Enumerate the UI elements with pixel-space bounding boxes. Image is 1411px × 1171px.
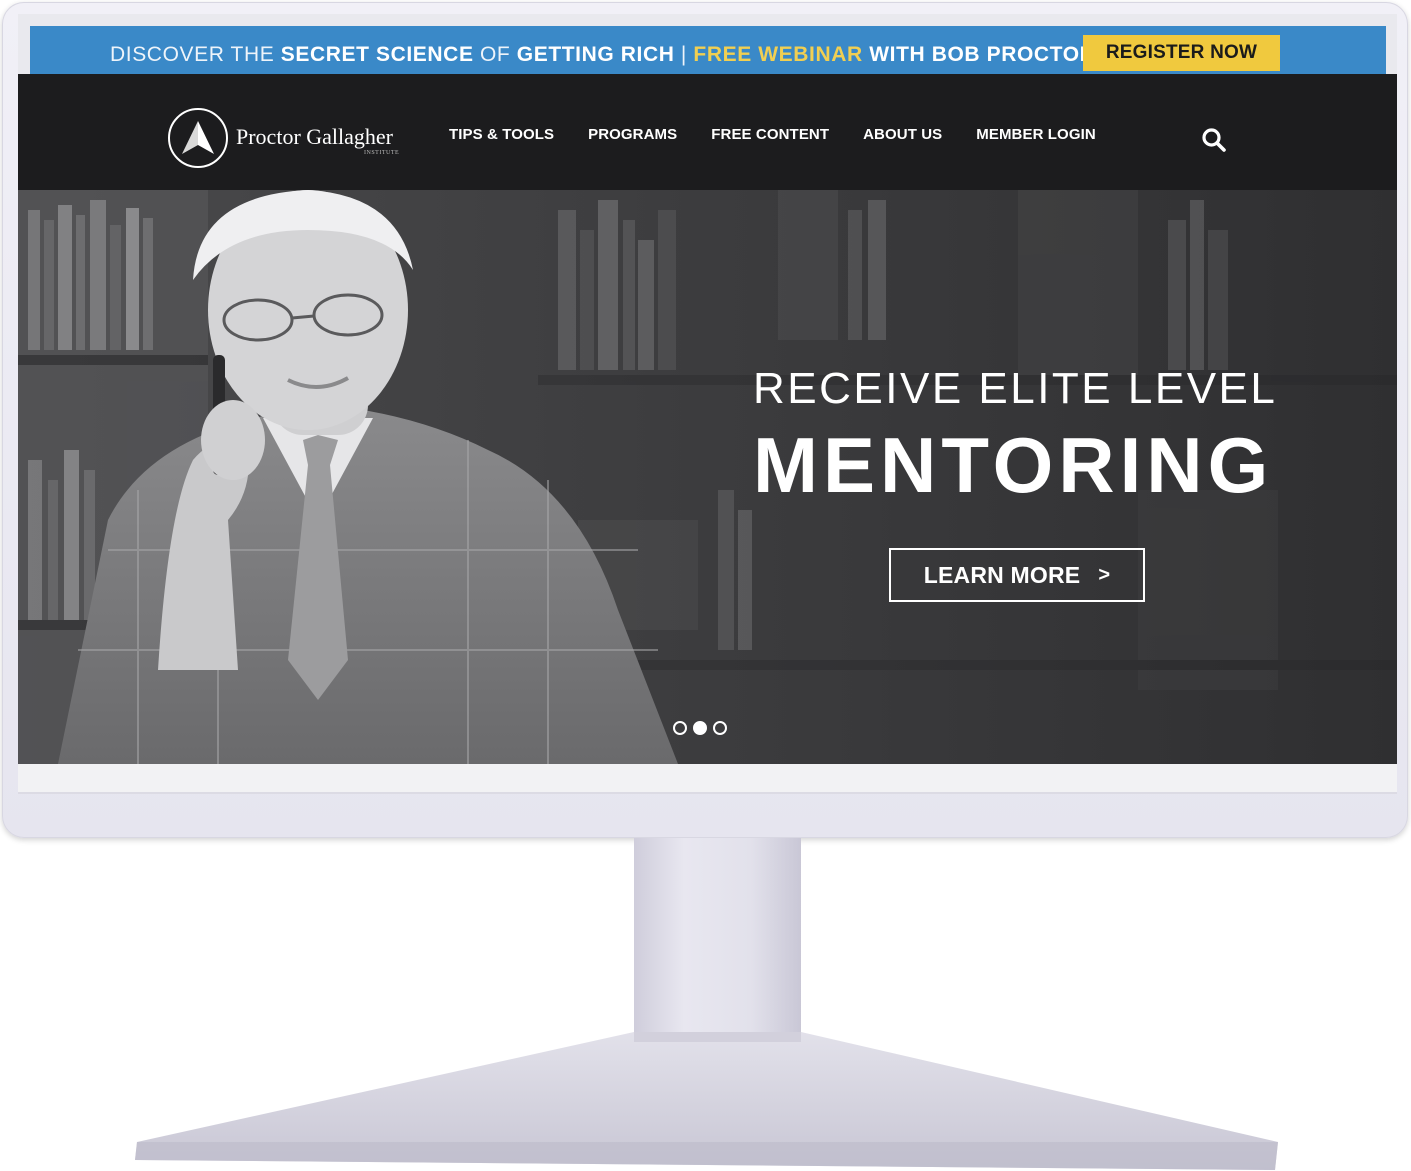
carousel-dot-3[interactable] xyxy=(713,721,727,735)
page-below-hero xyxy=(18,764,1397,792)
nav-free-content[interactable]: FREE CONTENT xyxy=(711,126,829,143)
carousel-dot-1[interactable] xyxy=(673,721,687,735)
carousel-dot-2[interactable] xyxy=(693,721,707,735)
main-nav: Proctor Gallagher INSTITUTE TIPS & TOOLS… xyxy=(18,74,1397,190)
nav-member-login[interactable]: MEMBER LOGIN xyxy=(976,126,1096,143)
site-logo[interactable]: Proctor Gallagher INSTITUTE xyxy=(168,108,400,172)
promo-part: OF xyxy=(473,43,517,66)
promo-divider: | xyxy=(674,43,694,66)
browser-screen: DISCOVER THE SECRET SCIENCE OF GETTING R… xyxy=(18,14,1397,792)
hero-heading: MENTORING xyxy=(753,421,1274,509)
search-icon[interactable] xyxy=(1201,127,1227,153)
promo-emphasis: GETTING RICH xyxy=(516,43,675,66)
logo-triangle-icon xyxy=(168,108,228,168)
nav-about-us[interactable]: ABOUT US xyxy=(863,126,942,143)
monitor-stand-base xyxy=(135,1032,1278,1170)
promo-part: DISCOVER THE xyxy=(110,43,281,66)
logo-name: Proctor Gallagher xyxy=(236,124,393,149)
monitor-chin xyxy=(18,792,1397,794)
promo-highlight: FREE WEBINAR xyxy=(693,43,863,66)
promo-emphasis: SECRET SCIENCE xyxy=(280,43,474,66)
chevron-right-icon: > xyxy=(1098,563,1111,586)
learn-more-label: LEARN MORE xyxy=(923,561,1081,588)
monitor-frame: DISCOVER THE SECRET SCIENCE OF GETTING R… xyxy=(2,2,1408,838)
promo-emphasis: WITH BOB PROCTOR xyxy=(862,43,1096,66)
register-now-button[interactable]: REGISTER NOW xyxy=(1083,35,1280,71)
learn-more-button[interactable]: LEARN MORE > xyxy=(889,548,1145,602)
hero-subheading: RECEIVE ELITE LEVEL xyxy=(753,364,1278,413)
logo-subtitle: INSTITUTE xyxy=(364,150,400,156)
nav-programs[interactable]: PROGRAMS xyxy=(588,126,677,143)
monitor-stand-neck xyxy=(634,838,801,1038)
nav-links: TIPS & TOOLS PROGRAMS FREE CONTENT ABOUT… xyxy=(449,126,1130,143)
nav-tips-tools[interactable]: TIPS & TOOLS xyxy=(449,126,554,143)
carousel-dots xyxy=(673,721,727,735)
hero-carousel: RECEIVE ELITE LEVEL MENTORING LEARN MORE… xyxy=(18,190,1397,764)
